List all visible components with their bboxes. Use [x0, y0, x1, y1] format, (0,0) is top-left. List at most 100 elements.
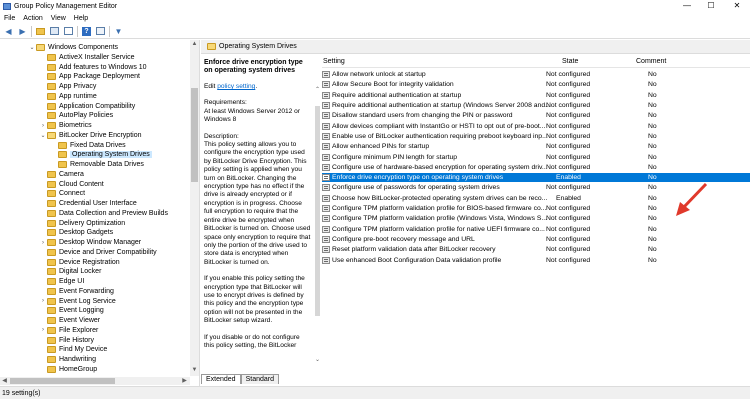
setting-name: Allow network unlock at startup	[332, 71, 426, 79]
tree-item[interactable]: Find My Device	[39, 345, 107, 354]
setting-row[interactable]: Allow devices compliant with InstantGo o…	[322, 122, 750, 131]
show-hide-tree-icon[interactable]	[49, 26, 60, 37]
setting-row[interactable]: Use enhanced Boot Configuration Data val…	[322, 255, 750, 264]
setting-row[interactable]: Disallow standard users from changing th…	[322, 111, 750, 120]
minimize-button[interactable]: —	[676, 0, 698, 12]
menu-file[interactable]: File	[0, 15, 19, 22]
expand-toggle-icon[interactable]: ›	[39, 240, 47, 246]
tree-item[interactable]: Cloud Content	[39, 180, 104, 189]
tree-item-label: Biometrics	[59, 122, 92, 129]
tree-item[interactable]: Device Registration	[39, 258, 120, 267]
tree-item[interactable]: › Desktop Window Manager	[39, 238, 141, 247]
tree-item[interactable]: App Package Deployment	[39, 72, 140, 81]
tree-item[interactable]: Camera	[39, 170, 84, 179]
properties-icon[interactable]	[95, 26, 106, 37]
tree-vertical-scrollbar[interactable]: ▲ ▼	[190, 40, 199, 376]
back-icon[interactable]: ◀	[3, 26, 14, 37]
tree-item[interactable]: Edge UI	[39, 277, 84, 286]
tab-extended[interactable]: Extended	[201, 374, 241, 384]
tree-item-label: AutoPlay Policies	[59, 112, 114, 120]
setting-row[interactable]: Enable use of BitLocker authentication r…	[322, 132, 750, 141]
menu-help[interactable]: Help	[70, 15, 92, 22]
setting-name: Reset platform validation data after Bit…	[332, 246, 496, 254]
tree-item[interactable]: Data Collection and Preview Builds	[39, 209, 168, 218]
tree-item[interactable]: Connect	[39, 189, 85, 198]
expand-toggle-icon[interactable]: ›	[39, 327, 47, 333]
forward-icon[interactable]: ▶	[17, 26, 28, 37]
help-icon[interactable]: ?	[81, 26, 92, 37]
scroll-left-arrow-icon[interactable]: ◀	[0, 377, 9, 384]
tree-item[interactable]: Event Viewer	[39, 316, 100, 325]
tree-item[interactable]: › Event Log Service	[39, 297, 116, 306]
tree-item[interactable]: › File Explorer	[39, 326, 98, 335]
tree-item[interactable]: File History	[39, 336, 94, 345]
setting-row[interactable]: Configure TPM platform validation profil…	[322, 225, 750, 234]
tree-item[interactable]: Application Compatibility	[39, 102, 135, 111]
tree-item[interactable]: Handwriting	[39, 355, 96, 364]
menu-view[interactable]: View	[47, 15, 70, 22]
setting-row[interactable]: Configure minimum PIN length for startup…	[322, 152, 750, 161]
tree-item[interactable]: Event Logging	[39, 306, 104, 315]
tree-item[interactable]: AutoPlay Policies	[39, 111, 113, 120]
setting-name: Require additional authentication at sta…	[332, 102, 551, 110]
tab-standard[interactable]: Standard	[240, 374, 280, 384]
tree-item[interactable]: Desktop Gadgets	[39, 228, 113, 237]
tree-item-label: Fixed Data Drives	[70, 141, 126, 149]
export-list-icon[interactable]	[63, 26, 74, 37]
tree-item[interactable]: ⌄ Windows Components	[28, 43, 118, 52]
description-scrollbar[interactable]: ⌃ ⌄	[314, 56, 321, 368]
tree-item[interactable]: Removable Data Drives	[50, 160, 144, 169]
scrollbar-thumb[interactable]	[315, 106, 320, 316]
tree-item[interactable]: HomeGroup	[39, 365, 97, 374]
tree-item[interactable]: Credential User Interface	[39, 199, 137, 208]
edit-policy-link[interactable]: policy setting	[217, 83, 255, 90]
folder-icon	[47, 287, 56, 295]
tree-item[interactable]: Device and Driver Compatibility	[39, 248, 157, 257]
folder-icon	[47, 297, 56, 305]
close-button[interactable]: ✕	[726, 0, 748, 12]
requirements-text: At least Windows Server 2012 or Windows …	[204, 107, 301, 124]
scroll-down-arrow-icon[interactable]: ▼	[190, 367, 199, 373]
setting-row[interactable]: Require additional authentication at sta…	[322, 91, 750, 100]
tree-horizontal-scrollbar[interactable]: ◀ ▶	[0, 377, 190, 385]
tree-item[interactable]: Add features to Windows 10	[39, 63, 147, 72]
setting-row[interactable]: Allow network unlock at startup Not confi…	[322, 70, 750, 79]
setting-row[interactable]: Configure pre-boot recovery message and …	[322, 235, 750, 244]
tree-item[interactable]: Operating System Drives	[50, 150, 152, 159]
setting-row[interactable]: Require additional authentication at sta…	[322, 101, 750, 110]
setting-row[interactable]: Configure use of hardware-based encrypti…	[322, 163, 750, 172]
column-comment[interactable]: Comment	[636, 58, 666, 65]
scroll-up-arrow-icon[interactable]: ▲	[190, 41, 199, 47]
scroll-up-arrow-icon[interactable]: ⌃	[313, 86, 322, 93]
scrollbar-thumb[interactable]	[10, 378, 115, 384]
menu-action[interactable]: Action	[19, 15, 46, 22]
tree-item[interactable]: ActiveX Installer Service	[39, 53, 134, 62]
maximize-button[interactable]: ☐	[700, 0, 722, 12]
tree-item[interactable]: App Privacy	[39, 82, 96, 91]
column-setting[interactable]: Setting	[323, 58, 345, 65]
tree-item[interactable]: ⌄ BitLocker Drive Encryption	[39, 131, 141, 140]
scroll-right-arrow-icon[interactable]: ▶	[180, 377, 189, 384]
expand-toggle-icon[interactable]: ›	[39, 298, 47, 304]
tree-item[interactable]: App runtime	[39, 92, 97, 101]
setting-row[interactable]: Allow enhanced PINs for startup Not confi…	[322, 142, 750, 151]
tree-item[interactable]: Event Forwarding	[39, 287, 114, 296]
setting-row[interactable]: Allow Secure Boot for integrity validati…	[322, 80, 750, 89]
tree-item-label: Digital Locker	[59, 268, 102, 276]
tree-item[interactable]: Fixed Data Drives	[50, 141, 126, 150]
column-state[interactable]: State	[562, 58, 578, 65]
tree-item[interactable]: › Biometrics	[39, 121, 92, 130]
scroll-down-arrow-icon[interactable]: ⌄	[313, 356, 322, 363]
expand-toggle-icon[interactable]: ›	[39, 123, 47, 129]
filter-icon[interactable]: ▼	[113, 26, 124, 37]
tree-item-label: File Explorer	[59, 326, 99, 334]
setting-row[interactable]: Reset platform validation data after Bit…	[322, 245, 750, 254]
scrollbar-thumb[interactable]	[191, 88, 198, 182]
tree-item[interactable]: Digital Locker	[39, 267, 101, 276]
expand-toggle-icon[interactable]: ⌄	[28, 44, 36, 51]
up-folder-icon[interactable]	[35, 26, 46, 37]
policy-setting-icon	[322, 256, 330, 264]
expand-toggle-icon[interactable]: ⌄	[39, 132, 47, 139]
description-panel: Enforce drive encryption type on operati…	[201, 56, 314, 368]
tree-item[interactable]: Delivery Optimization	[39, 219, 125, 228]
